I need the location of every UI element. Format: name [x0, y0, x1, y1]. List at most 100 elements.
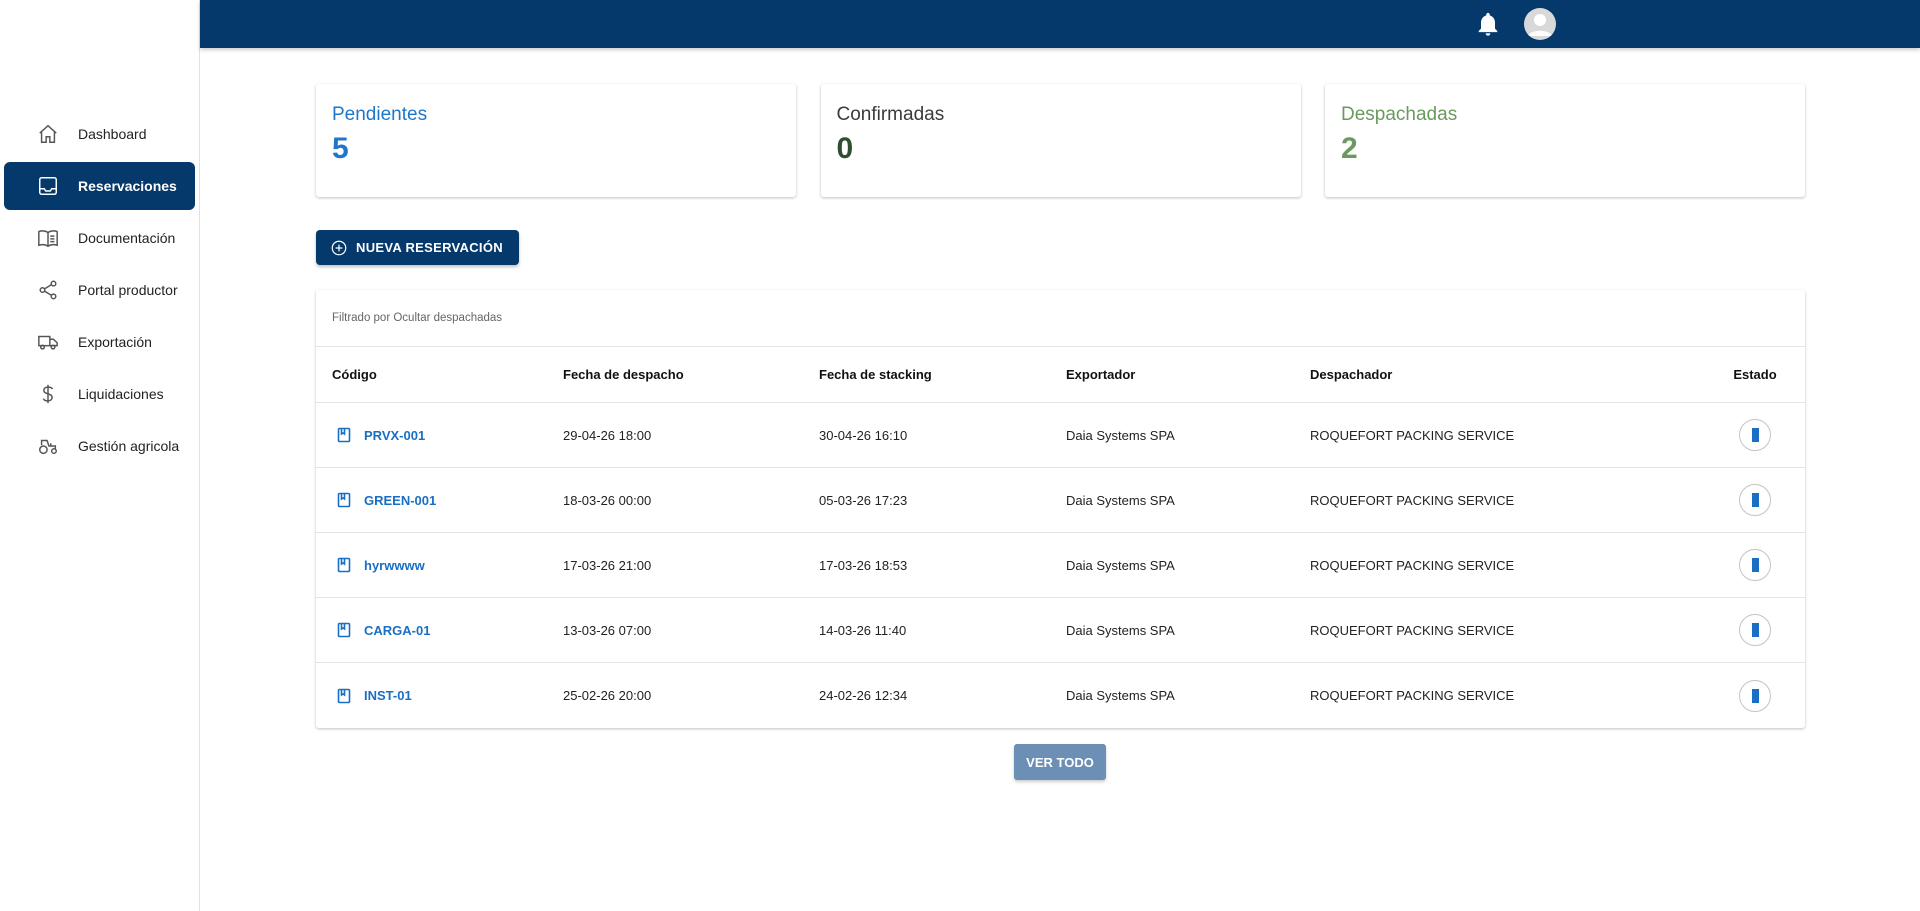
stat-title: Despachadas [1341, 104, 1458, 125]
table-row: INST-01 25-02-26 20:00 24-02-26 12:34 Da… [316, 663, 1805, 728]
header-exportador: Exportador [1066, 367, 1136, 382]
truck-icon [36, 330, 60, 354]
header-codigo: Código [332, 367, 377, 382]
share-icon [36, 278, 60, 302]
sidebar-item-dashboard[interactable]: Dashboard [4, 110, 195, 158]
fecha-stacking: 17-03-26 18:53 [819, 557, 908, 573]
sidebar-item-label: Documentación [78, 230, 176, 246]
code-cell: GREEN-001 [316, 492, 563, 508]
estado-cell [1705, 549, 1805, 581]
exportador: Daia Systems SPA [1066, 622, 1175, 638]
sidebar-item-label: Reservaciones [78, 178, 177, 194]
bookmark-book-icon [336, 492, 352, 508]
inbox-icon [36, 174, 60, 198]
top-app-bar [200, 0, 1920, 48]
status-button[interactable] [1739, 549, 1771, 581]
sidebar-item-label: Dashboard [78, 126, 147, 142]
stat-title: Pendientes [332, 104, 428, 125]
status-button[interactable] [1739, 679, 1771, 712]
tractor-icon [36, 434, 60, 458]
fecha-despacho: 13-03-26 07:00 [563, 622, 652, 638]
fecha-despacho: 18-03-26 00:00 [563, 492, 652, 508]
exportador: Daia Systems SPA [1066, 492, 1175, 508]
table-row: hyrwwww 17-03-26 21:00 17-03-26 18:53 Da… [316, 533, 1805, 598]
dollar-icon [36, 382, 60, 406]
new-reservation-label: NUEVA RESERVACIÓN [356, 240, 503, 255]
despachador: ROQUEFORT PACKING SERVICE [1310, 688, 1515, 703]
code-cell: hyrwwww [316, 557, 563, 573]
sidebar-nav: Dashboard Reservaciones Documentación Po… [0, 110, 200, 474]
bookmark-book-icon [336, 688, 352, 704]
header-estado: Estado [1733, 367, 1777, 382]
sidebar-item-label: Liquidaciones [78, 386, 164, 402]
estado-cell [1705, 419, 1805, 451]
sidebar-item-portal-productor[interactable]: Portal productor [4, 266, 195, 314]
status-button[interactable] [1739, 419, 1771, 451]
view-all-button[interactable]: VER TODO [1014, 744, 1106, 780]
header-fecha-despacho: Fecha de despacho [563, 367, 684, 382]
reservation-code-link[interactable]: PRVX-001 [364, 428, 425, 443]
exportador: Daia Systems SPA [1066, 688, 1175, 703]
estado-cell [1705, 484, 1805, 516]
header-fecha-stacking: Fecha de stacking [819, 367, 932, 382]
sidebar: Dashboard Reservaciones Documentación Po… [0, 0, 200, 911]
table-row: PRVX-001 29-04-26 18:00 30-04-26 16:10 D… [316, 403, 1805, 468]
book-icon [36, 226, 60, 250]
sidebar-item-label: Portal productor [78, 282, 178, 298]
estado-cell [1705, 614, 1805, 646]
reservation-code-link[interactable]: INST-01 [364, 688, 412, 703]
despachador: ROQUEFORT PACKING SERVICE [1310, 492, 1515, 508]
new-reservation-button[interactable]: NUEVA RESERVACIÓN [316, 230, 519, 265]
stat-card-confirmadas: Confirmadas 0 [820, 84, 1301, 197]
home-icon [36, 122, 60, 146]
sidebar-item-exportacion[interactable]: Exportación [4, 318, 195, 366]
stat-title: Confirmadas [836, 104, 945, 125]
fecha-stacking: 30-04-26 16:10 [819, 427, 908, 443]
table-header: Código Fecha de despacho Fecha de stacki… [316, 347, 1805, 403]
reservation-code-link[interactable]: CARGA-01 [364, 623, 430, 638]
despachador: ROQUEFORT PACKING SERVICE [1310, 427, 1515, 443]
bookmark-book-icon [336, 427, 352, 443]
filter-text: Filtrado por Ocultar despachadas [316, 290, 1805, 347]
estado-cell [1705, 679, 1805, 712]
reservation-code-link[interactable]: GREEN-001 [364, 493, 436, 508]
status-indicator-icon [1751, 558, 1759, 572]
sidebar-item-liquidaciones[interactable]: Liquidaciones [4, 370, 195, 418]
fecha-stacking: 14-03-26 11:40 [819, 622, 907, 638]
code-cell: CARGA-01 [316, 622, 563, 638]
sidebar-item-label: Gestión agricola [78, 438, 180, 454]
stat-value: 0 [836, 132, 854, 165]
bookmark-book-icon [336, 622, 352, 638]
sidebar-item-label: Exportación [78, 334, 152, 350]
stats-cards: Pendientes 5 Confirmadas 0 Despachadas 2 [316, 84, 1805, 197]
stat-card-despachadas: Despachadas 2 [1325, 84, 1805, 197]
status-indicator-icon [1751, 493, 1759, 507]
bell-icon[interactable] [1474, 10, 1502, 38]
sidebar-item-gestion-agricola[interactable]: Gestión agricola [4, 422, 195, 470]
account-circle-icon[interactable] [1524, 8, 1556, 40]
stat-value: 5 [332, 132, 349, 165]
header-despachador: Despachador [1310, 367, 1393, 382]
reservation-code-link[interactable]: hyrwwww [364, 558, 425, 573]
fecha-stacking: 24-02-26 12:34 [819, 688, 908, 703]
despachador: ROQUEFORT PACKING SERVICE [1310, 622, 1515, 638]
status-button[interactable] [1739, 484, 1771, 516]
status-indicator-icon [1751, 623, 1759, 637]
stat-card-pendientes: Pendientes 5 [316, 84, 796, 197]
status-indicator-icon [1751, 688, 1759, 703]
status-button[interactable] [1739, 614, 1771, 646]
status-indicator-icon [1751, 428, 1759, 442]
table-row: CARGA-01 13-03-26 07:00 14-03-26 11:40 D… [316, 598, 1805, 663]
fecha-stacking: 05-03-26 17:23 [819, 492, 908, 508]
exportador: Daia Systems SPA [1066, 427, 1175, 443]
table-row: GREEN-001 18-03-26 00:00 05-03-26 17:23 … [316, 468, 1805, 533]
bookmark-book-icon [336, 557, 352, 573]
fecha-despacho: 25-02-26 20:00 [563, 688, 652, 703]
sidebar-item-documentacion[interactable]: Documentación [4, 214, 195, 262]
despachador: ROQUEFORT PACKING SERVICE [1310, 557, 1515, 573]
code-cell: INST-01 [316, 688, 563, 704]
fecha-despacho: 17-03-26 21:00 [563, 557, 652, 573]
add-circle-icon [331, 240, 347, 255]
stat-value: 2 [1341, 132, 1358, 165]
sidebar-item-reservaciones[interactable]: Reservaciones [4, 162, 195, 210]
